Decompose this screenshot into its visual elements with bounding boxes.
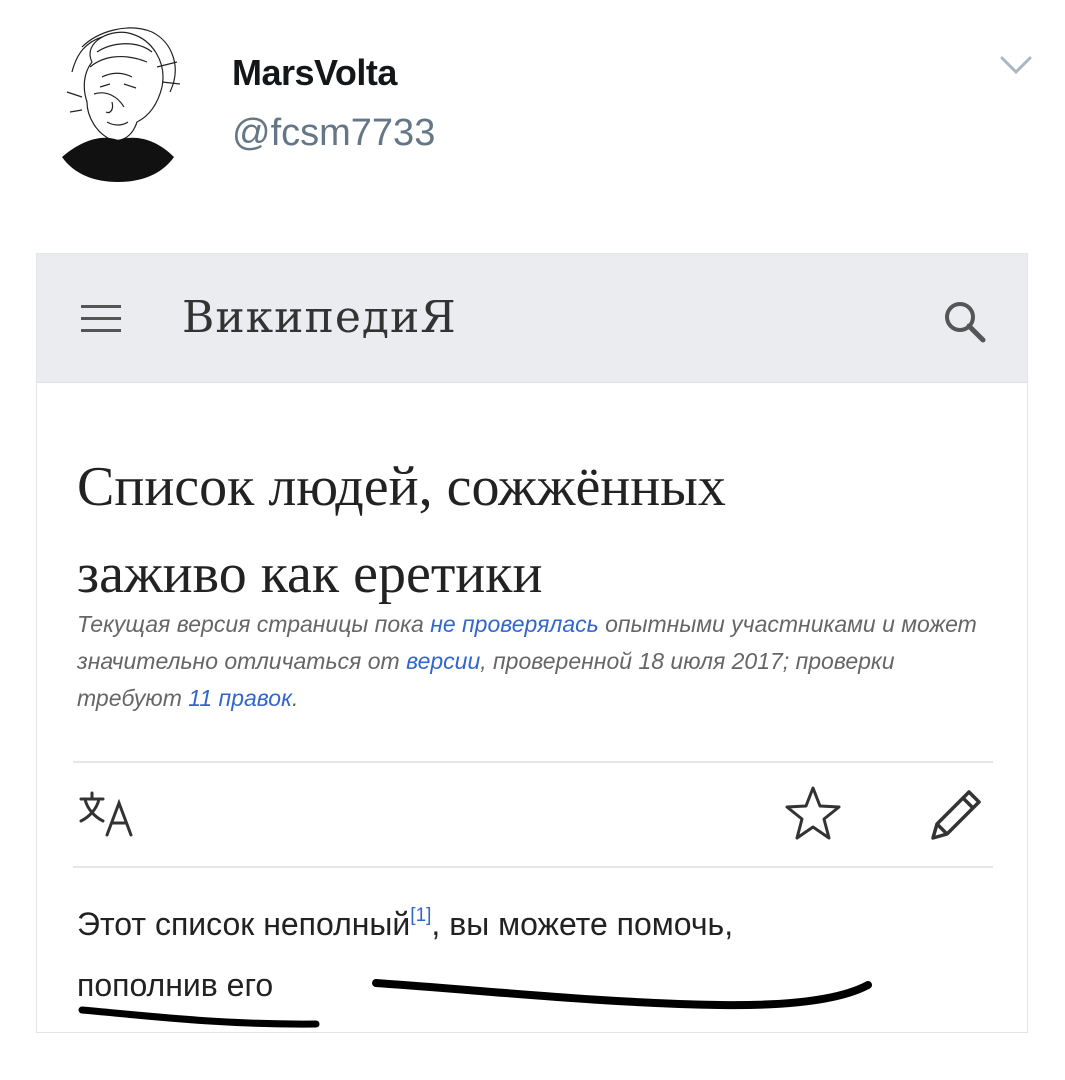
search-icon[interactable] [941,298,987,344]
hamburger-menu-icon[interactable] [79,302,125,336]
intro-text-1: Этот список неполный [77,906,411,942]
notice-text-4: . [291,684,299,711]
article-title: Список людей, сожжённых заживо как ерети… [77,444,977,618]
toolbar-divider-top [73,761,993,763]
notice-link-version[interactable]: версии [406,648,480,674]
wikipedia-logo[interactable]: ВикипедиЯ [182,292,457,343]
notice-link-not-reviewed[interactable]: не проверялась [430,611,599,637]
notice-link-edits[interactable]: 11 правок [188,685,292,711]
intro-text-2: , вы можете помочь, [431,906,734,942]
expand-list-link[interactable]: пополнив его [77,967,273,1003]
article-intro: Этот список неполный[1], вы можете помоч… [77,894,977,1016]
user-handle[interactable]: @fcsm7733 [232,112,435,155]
title-line-1: Список людей, сожжённых [77,456,726,518]
star-icon[interactable] [783,784,843,844]
reference-link[interactable]: [1] [410,905,431,926]
toolbar-divider-bottom [73,866,993,868]
wiki-header-bar: ВикипедиЯ [37,254,1027,383]
tweet-header: MarsVolta @fcsm7733 [0,0,1065,230]
translate-icon[interactable] [77,789,141,839]
pencil-icon[interactable] [923,784,987,848]
user-display-name[interactable]: MarsVolta [232,52,397,94]
wiki-screenshot-card: ВикипедиЯ Список людей, сожжённых заживо… [36,253,1028,1033]
chevron-down-icon[interactable] [996,50,1036,80]
title-line-2: заживо как еретики [77,542,543,605]
avatar[interactable] [52,22,184,182]
notice-text-1: Текущая версия страницы пока [77,611,431,637]
review-notice: Текущая версия страницы пока не проверял… [77,606,977,716]
